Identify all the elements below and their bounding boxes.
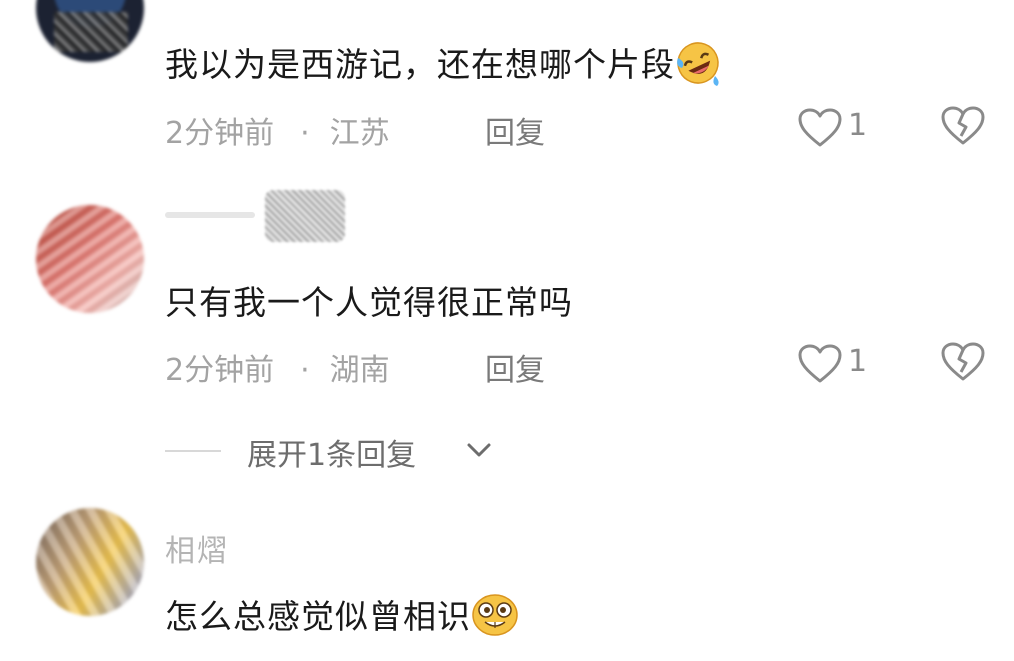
comment-time: 2分钟前 xyxy=(165,353,275,388)
like-count: 1 xyxy=(848,344,868,379)
username[interactable]: 相熠 xyxy=(165,526,229,570)
comment-meta: 2分钟前 · 江苏 回复 xyxy=(165,108,545,152)
divider-line xyxy=(165,450,221,452)
reply-button[interactable]: 回复 xyxy=(485,345,545,389)
reply-button[interactable]: 回复 xyxy=(485,108,545,152)
dislike-button[interactable] xyxy=(940,106,988,150)
meta-separator: · xyxy=(300,353,310,388)
avatar[interactable] xyxy=(36,205,144,313)
broken-heart-icon xyxy=(941,342,985,381)
comment-content: 怎么总感觉似曾相识 xyxy=(165,590,519,646)
comment-text: 只有我一个人觉得很正常吗 xyxy=(165,283,573,322)
dislike-button[interactable] xyxy=(940,342,988,386)
comment-time: 2分钟前 xyxy=(165,116,275,151)
expand-replies-button[interactable]: 展开1条回复 xyxy=(165,428,565,473)
comment-text: 我以为是西游记，还在想哪个片段 xyxy=(165,45,675,84)
comment-meta: 2分钟前 · 湖南 回复 xyxy=(165,345,545,389)
avatar[interactable] xyxy=(36,508,144,616)
heart-icon xyxy=(798,108,842,147)
expand-replies-label: 展开1条回复 xyxy=(247,438,417,473)
meta-separator: · xyxy=(300,116,310,151)
comment-location: 湖南 xyxy=(329,353,390,388)
comment-location: 江苏 xyxy=(329,116,390,151)
like-count: 1 xyxy=(848,108,868,143)
username-redacted xyxy=(165,190,355,250)
rolling-laughing-emoji-icon xyxy=(675,40,721,94)
comment-content: 我以为是西游记，还在想哪个片段 xyxy=(165,38,721,94)
comment-text: 怎么总感觉似曾相识 xyxy=(165,597,471,636)
grinning-emoji-icon xyxy=(471,592,519,646)
like-button[interactable]: 1 xyxy=(798,342,878,386)
chevron-down-icon xyxy=(467,443,491,457)
like-button[interactable]: 1 xyxy=(798,106,878,150)
heart-icon xyxy=(798,344,842,383)
broken-heart-icon xyxy=(941,106,985,145)
avatar[interactable] xyxy=(36,0,144,62)
